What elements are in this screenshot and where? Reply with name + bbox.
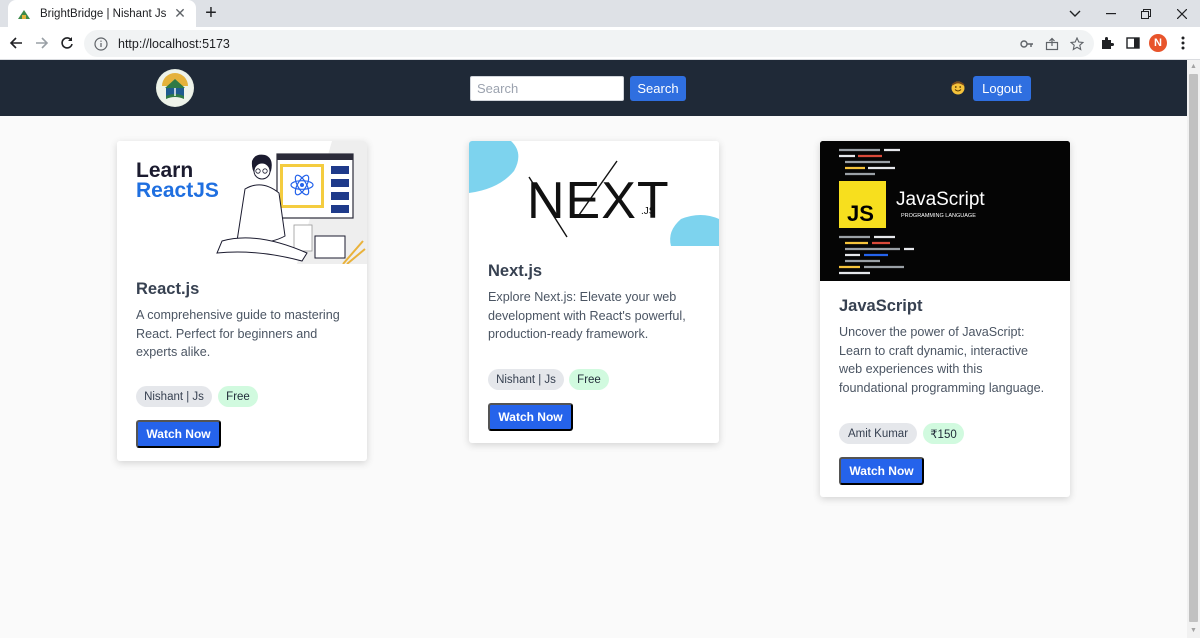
course-card: Learn ReactJS React.js A comprehensive g… <box>117 141 367 461</box>
key-icon[interactable] <box>1016 30 1038 57</box>
browser-tab[interactable]: BrightBridge | Nishant Js ✕ <box>8 0 196 27</box>
search-button[interactable]: Search <box>630 76 686 101</box>
thumb-js-logo-text: JS <box>847 201 874 226</box>
address-bar[interactable]: http://localhost:5173 <box>84 30 1094 57</box>
browser-tabstrip: BrightBridge | Nishant Js ✕ + <box>0 0 1200 27</box>
tab-title: BrightBridge | Nishant Js <box>40 7 167 20</box>
course-description: Explore Next.js: Elevate your web develo… <box>488 290 686 341</box>
page-scrollbar[interactable]: ▲ ▼ <box>1187 60 1200 638</box>
minimize-icon[interactable] <box>1093 0 1129 27</box>
author-badge: Nishant | Js <box>488 369 564 390</box>
course-title: JavaScript <box>839 297 923 315</box>
info-icon <box>94 36 108 51</box>
extensions-icon[interactable] <box>1097 33 1117 53</box>
url-text: http://localhost:5173 <box>118 36 230 51</box>
share-icon[interactable] <box>1041 30 1063 57</box>
search-input[interactable] <box>470 76 624 101</box>
watch-now-button[interactable]: Watch Now <box>136 420 221 448</box>
close-window-icon[interactable] <box>1164 0 1200 27</box>
tab-search-chevron-icon[interactable] <box>1057 0 1093 27</box>
price-badge: ₹150 <box>923 423 964 444</box>
scroll-up-icon[interactable]: ▲ <box>1190 63 1197 70</box>
course-card: NEXT .JS Next.js Explore Next.js: Elevat… <box>469 141 719 443</box>
tab-close-icon[interactable]: ✕ <box>172 5 188 22</box>
profile-avatar[interactable]: N <box>1149 34 1167 52</box>
thumb-next-text: NEXT <box>527 172 670 230</box>
new-tab-icon[interactable]: + <box>201 3 221 23</box>
thumb-next-js-text: .JS <box>641 206 656 217</box>
thumb-programming-language-text: PROGRAMMING LANGUAGE <box>901 213 976 219</box>
course-thumbnail-javascript: JS JavaScript PROGRAMMING LANGUAGE <box>820 141 1070 281</box>
author-badge: Amit Kumar <box>839 423 917 444</box>
author-badge: Nishant | Js <box>136 386 212 407</box>
favicon-icon <box>16 6 32 22</box>
thumb-javascript-text: JavaScript <box>896 189 985 210</box>
side-panel-icon[interactable] <box>1123 33 1143 53</box>
scrollbar-thumb[interactable] <box>1189 74 1198 622</box>
logout-button[interactable]: Logout <box>973 76 1031 101</box>
course-thumbnail-react: Learn ReactJS <box>117 141 367 264</box>
reload-icon[interactable] <box>57 33 77 53</box>
course-description: Uncover the power of JavaScript: Learn t… <box>839 325 1045 395</box>
course-card: JS JavaScript PROGRAMMING LANGUAGE JavaS… <box>820 141 1070 497</box>
price-badge: Free <box>218 386 258 407</box>
watch-now-button[interactable]: Watch Now <box>488 403 573 431</box>
course-title: React.js <box>136 280 200 298</box>
course-description: A comprehensive guide to mastering React… <box>136 308 340 359</box>
kebab-menu-icon[interactable] <box>1173 33 1193 53</box>
back-icon[interactable] <box>6 33 26 53</box>
forward-icon[interactable] <box>32 33 52 53</box>
site-logo[interactable] <box>156 69 194 107</box>
user-emoji-icon[interactable] <box>950 80 966 96</box>
browser-toolbar: http://localhost:5173 N <box>0 27 1200 60</box>
course-thumbnail-next: NEXT .JS <box>469 141 719 246</box>
restore-icon[interactable] <box>1128 0 1164 27</box>
course-title: Next.js <box>488 262 543 280</box>
site-navbar: Search Logout <box>0 60 1187 116</box>
bookmark-star-icon[interactable] <box>1066 30 1088 57</box>
thumb-reactjs-text: ReactJS <box>136 179 219 202</box>
page-viewport: Search Logout Learn ReactJS <box>0 60 1187 638</box>
watch-now-button[interactable]: Watch Now <box>839 457 924 485</box>
scroll-down-icon[interactable]: ▼ <box>1190 627 1197 634</box>
price-badge: Free <box>569 369 609 390</box>
